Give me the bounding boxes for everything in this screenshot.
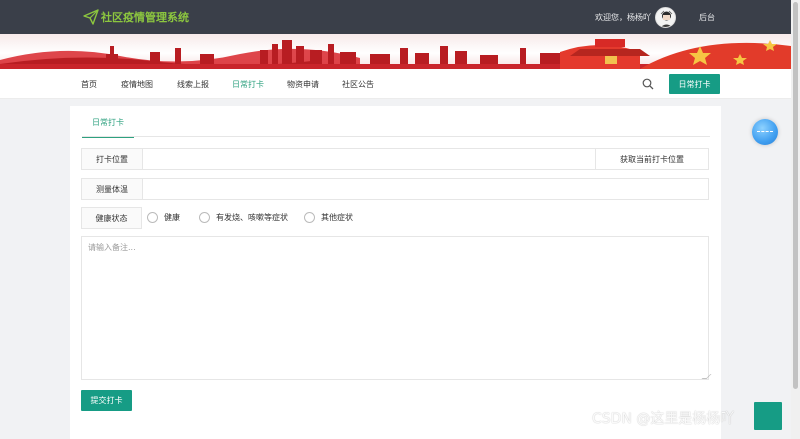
banner [0, 34, 791, 69]
search-icon[interactable] [642, 78, 654, 90]
floating-widget-button[interactable] [752, 119, 778, 145]
health-status-label: 健康状态 [81, 207, 142, 229]
radio-circle-icon [199, 212, 210, 223]
temperature-row: 测量体温 [81, 178, 709, 200]
location-label: 打卡位置 [82, 149, 143, 169]
dash-icon [757, 131, 773, 132]
welcome-text: 欢迎您，杨杨吖 [595, 13, 651, 22]
avatar[interactable] [655, 7, 676, 28]
backend-link[interactable]: 后台 [699, 12, 715, 23]
health-option-label: 健康 [164, 213, 180, 222]
skyline-banner-image [0, 39, 791, 69]
location-row: 打卡位置 获取当前打卡位置 [81, 148, 709, 170]
submit-checkin-button[interactable]: 提交打卡 [81, 390, 132, 411]
app-title: 社区疫情管理系统 [101, 11, 189, 24]
radio-circle-icon [304, 212, 315, 223]
back-to-top-button[interactable] [754, 402, 782, 430]
health-option-label: 有发烧、咳嗽等症状 [216, 213, 288, 222]
nav-item-epidemic-map[interactable]: 疫情地图 [121, 79, 153, 90]
nav-item-community-notice[interactable]: 社区公告 [342, 79, 374, 90]
temperature-label: 测量体温 [82, 179, 143, 199]
main-nav: 首页 疫情地图 线索上报 日常打卡 物资申请 社区公告 日常打卡 [0, 69, 791, 99]
tab-divider [82, 136, 710, 137]
get-location-button[interactable]: 获取当前打卡位置 [595, 149, 708, 169]
health-option-fever-cough[interactable]: 有发烧、咳嗽等症状 [199, 212, 288, 223]
scrollbar-thumb[interactable] [793, 2, 798, 389]
health-option-other[interactable]: 其他症状 [304, 212, 353, 223]
nav-item-clue-report[interactable]: 线索上报 [177, 79, 209, 90]
avatar-image [660, 10, 673, 27]
tab-daily-checkin[interactable]: 日常打卡 [82, 117, 134, 138]
radio-circle-icon [147, 212, 158, 223]
nav-item-daily-checkin[interactable]: 日常打卡 [232, 79, 264, 90]
remarks-textarea[interactable] [81, 236, 709, 380]
nav-item-supplies-request[interactable]: 物资申请 [287, 79, 319, 90]
health-option-healthy[interactable]: 健康 [147, 212, 180, 223]
temperature-input[interactable] [144, 179, 708, 199]
daily-checkin-button[interactable]: 日常打卡 [669, 74, 720, 94]
location-input[interactable] [144, 149, 595, 169]
checkin-card: 日常打卡 打卡位置 获取当前打卡位置 测量体温 健康状态 健康 有发烧、咳嗽等症… [70, 106, 721, 439]
nav-item-home[interactable]: 首页 [81, 79, 97, 90]
health-option-label: 其他症状 [321, 213, 353, 222]
top-bar: 社区疫情管理系统 欢迎您，杨杨吖 后台 [0, 0, 791, 34]
paper-plane-icon [83, 9, 99, 25]
app-logo[interactable]: 社区疫情管理系统 [83, 9, 189, 25]
watermark: CSDN @这里是杨杨吖 [592, 411, 735, 427]
